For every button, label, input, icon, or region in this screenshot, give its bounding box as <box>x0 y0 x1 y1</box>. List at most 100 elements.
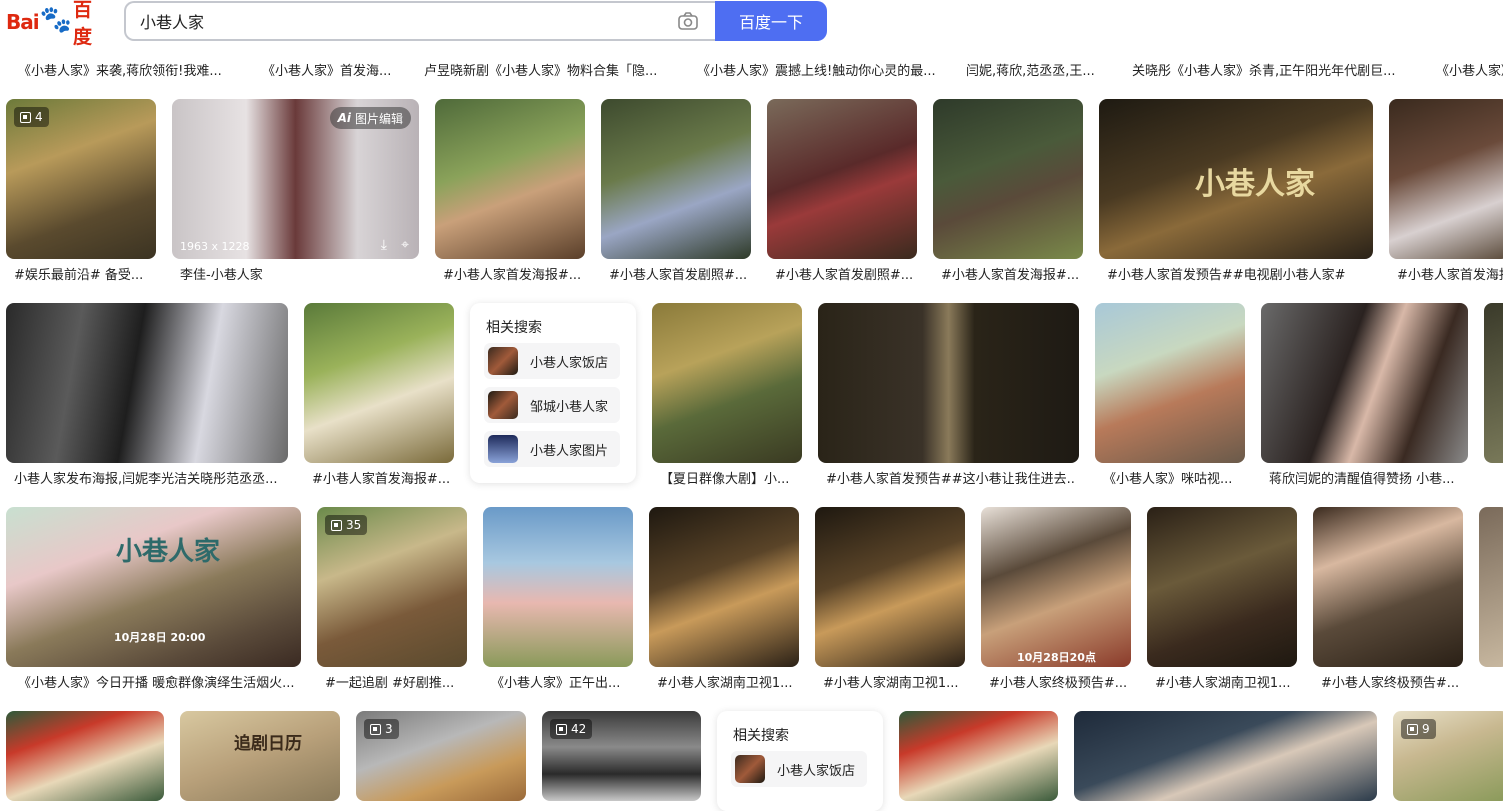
image-result[interactable]: 9 <box>1393 711 1503 801</box>
gallery-icon <box>556 723 567 735</box>
image-count-badge: 9 <box>1401 719 1436 739</box>
related-search-card: 相关搜索 小巷人家饭店 邹城小巷人家 小巷人家图片 <box>470 303 636 483</box>
image-result[interactable] <box>1484 303 1503 463</box>
gallery-icon <box>370 723 381 735</box>
paw-icon: 🐾 <box>39 5 72 35</box>
related-search-item[interactable]: 小巷人家饭店 <box>484 343 620 379</box>
related-search-title: 相关搜索 <box>486 320 542 336</box>
image-caption[interactable]: #小巷人家首发海报#... <box>443 264 583 283</box>
related-search-title: 相关搜索 <box>733 728 789 744</box>
camera-icon[interactable] <box>678 12 698 30</box>
image-result[interactable]: 42 <box>542 711 701 801</box>
image-result[interactable] <box>1313 507 1463 667</box>
image-caption[interactable]: 《小巷人家》震撼上线!触动你心灵的最... <box>697 60 936 79</box>
image-caption[interactable]: 《小巷人家》来袭,蒋欣领衔!我难... <box>18 60 222 79</box>
related-thumb <box>735 755 765 783</box>
image-caption[interactable]: 蒋欣闫妮的清醒值得赞扬 小巷... <box>1269 468 1465 487</box>
image-caption[interactable]: #小巷人家首发剧照#... <box>775 264 915 283</box>
image-result[interactable] <box>1074 711 1377 801</box>
image-caption[interactable]: #小巷人家湖南卫视1... <box>1155 672 1295 691</box>
image-result[interactable] <box>483 507 633 667</box>
image-caption[interactable]: #小巷人家首发剧照#... <box>609 264 749 283</box>
search-input[interactable] <box>140 3 660 39</box>
image-result[interactable] <box>767 99 917 259</box>
image-caption[interactable]: 《小巷人家》咪咕视... <box>1103 468 1243 487</box>
image-result[interactable] <box>435 99 585 259</box>
image-caption[interactable]: 小巷人家发布海报,闫妮李光洁关晓彤范丞丞... <box>14 468 284 487</box>
related-search-item[interactable]: 小巷人家饭店 <box>731 751 867 787</box>
gallery-icon <box>20 111 31 123</box>
image-caption[interactable]: 《小巷人家》今日开播 暖愈群像演绎生活烟火... <box>18 672 298 691</box>
image-caption[interactable]: #小巷人家终极预告#... <box>1321 672 1461 691</box>
image-count-badge: 35 <box>325 515 368 535</box>
image-search-icon[interactable]: ⌖ <box>401 237 409 253</box>
image-caption[interactable]: #小巷人家首发预告##这小巷让我住进去... <box>826 468 1076 487</box>
poster-date: 10月28日 20:00 <box>114 631 206 644</box>
image-dimensions: 1963 x 1228 <box>180 240 250 253</box>
image-caption[interactable]: 《小巷人家》正午出... <box>491 672 631 691</box>
search-button[interactable]: 百度一下 <box>715 1 827 41</box>
image-caption[interactable]: #小巷人家首发海报#... <box>941 264 1081 283</box>
image-result[interactable] <box>304 303 454 463</box>
image-caption[interactable]: 闫妮,蒋欣,范丞丞,王... <box>966 60 1095 79</box>
image-result[interactable] <box>1095 303 1245 463</box>
search-box <box>124 1 718 41</box>
baidu-logo[interactable]: Bai 🐾 百度 <box>6 0 110 48</box>
image-result[interactable]: 4 <box>6 99 156 259</box>
image-result[interactable] <box>6 303 288 463</box>
image-result[interactable] <box>1389 99 1503 259</box>
image-result[interactable] <box>1147 507 1297 667</box>
image-caption[interactable]: 《小巷人家》首发海... <box>262 60 391 79</box>
image-result[interactable] <box>933 99 1083 259</box>
image-result[interactable] <box>1261 303 1468 463</box>
image-result[interactable]: 35 <box>317 507 467 667</box>
image-result[interactable]: 10月28日20点 <box>981 507 1131 667</box>
image-result[interactable]: 小巷人家 10月28日 20:00 <box>6 507 301 667</box>
image-caption[interactable]: 关晓彤《小巷人家》杀青,正午阳光年代剧巨... <box>1132 60 1396 79</box>
image-result[interactable]: 追剧日历 <box>180 711 340 801</box>
image-caption[interactable]: 卢昱晓新剧《小巷人家》物料合集「隐... <box>424 60 657 79</box>
related-thumb <box>488 391 518 419</box>
image-caption[interactable]: #小巷人家首发预告##电视剧小巷人家# <box>1107 264 1367 283</box>
title-art: 小巷人家 <box>116 537 221 567</box>
related-search-card: 相关搜索 小巷人家饭店 <box>717 711 883 811</box>
image-result[interactable] <box>6 711 164 801</box>
image-caption[interactable]: #小巷人家终极预告#... <box>989 672 1129 691</box>
image-result[interactable] <box>649 507 799 667</box>
image-result[interactable] <box>818 303 1079 463</box>
image-caption[interactable]: #小巷人家首发海报#... <box>312 468 452 487</box>
logo-text-bai: Bai <box>6 10 40 34</box>
calendar-title: 追剧日历 <box>234 734 302 754</box>
poster-date: 10月28日20点 <box>1017 651 1096 664</box>
image-caption[interactable]: #一起追剧 #好剧推... <box>325 672 465 691</box>
image-caption[interactable]: 《小巷人家》 <box>1436 60 1503 79</box>
related-search-item[interactable]: 小巷人家图片 <box>484 431 620 467</box>
image-result[interactable] <box>1479 507 1503 667</box>
image-caption[interactable]: #小巷人家湖南卫视1... <box>657 672 797 691</box>
image-count-badge: 42 <box>550 719 593 739</box>
download-icon[interactable]: ⤓ <box>381 237 387 253</box>
image-caption[interactable]: #小巷人家湖南卫视1... <box>823 672 963 691</box>
image-result[interactable] <box>652 303 802 463</box>
title-art: 小巷人家 <box>1195 167 1315 202</box>
related-thumb <box>488 435 518 463</box>
image-result[interactable] <box>601 99 751 259</box>
related-search-item[interactable]: 邹城小巷人家 <box>484 387 620 423</box>
previous-row-captions: 《小巷人家》来袭,蒋欣领衔!我难... 《小巷人家》首发海... 卢昱晓新剧《小… <box>0 58 1503 80</box>
image-result[interactable]: 3 <box>356 711 526 801</box>
image-result[interactable] <box>815 507 965 667</box>
ai-image-edit-button[interactable]: Ai 图片编辑 <box>329 107 411 129</box>
header: Bai 🐾 百度 百度一下 <box>0 0 1503 58</box>
image-result[interactable] <box>899 711 1058 801</box>
image-caption[interactable]: 【夏日群像大剧】小... <box>660 468 800 487</box>
image-caption[interactable]: 李佳-小巷人家 <box>180 264 410 283</box>
image-result-hovered[interactable]: Ai 图片编辑 1963 x 1228 ⤓ ⌖ <box>172 99 419 259</box>
logo-text-baidu: 百度 <box>72 0 92 48</box>
image-count-badge: 4 <box>14 107 49 127</box>
gallery-icon <box>331 519 342 531</box>
image-result[interactable]: 小巷人家 <box>1099 99 1373 259</box>
image-caption[interactable]: #娱乐最前沿# 备受... <box>14 264 154 283</box>
image-count-badge: 3 <box>364 719 399 739</box>
gallery-icon <box>1407 723 1418 735</box>
image-caption[interactable]: #小巷人家首发海报 <box>1397 264 1503 283</box>
